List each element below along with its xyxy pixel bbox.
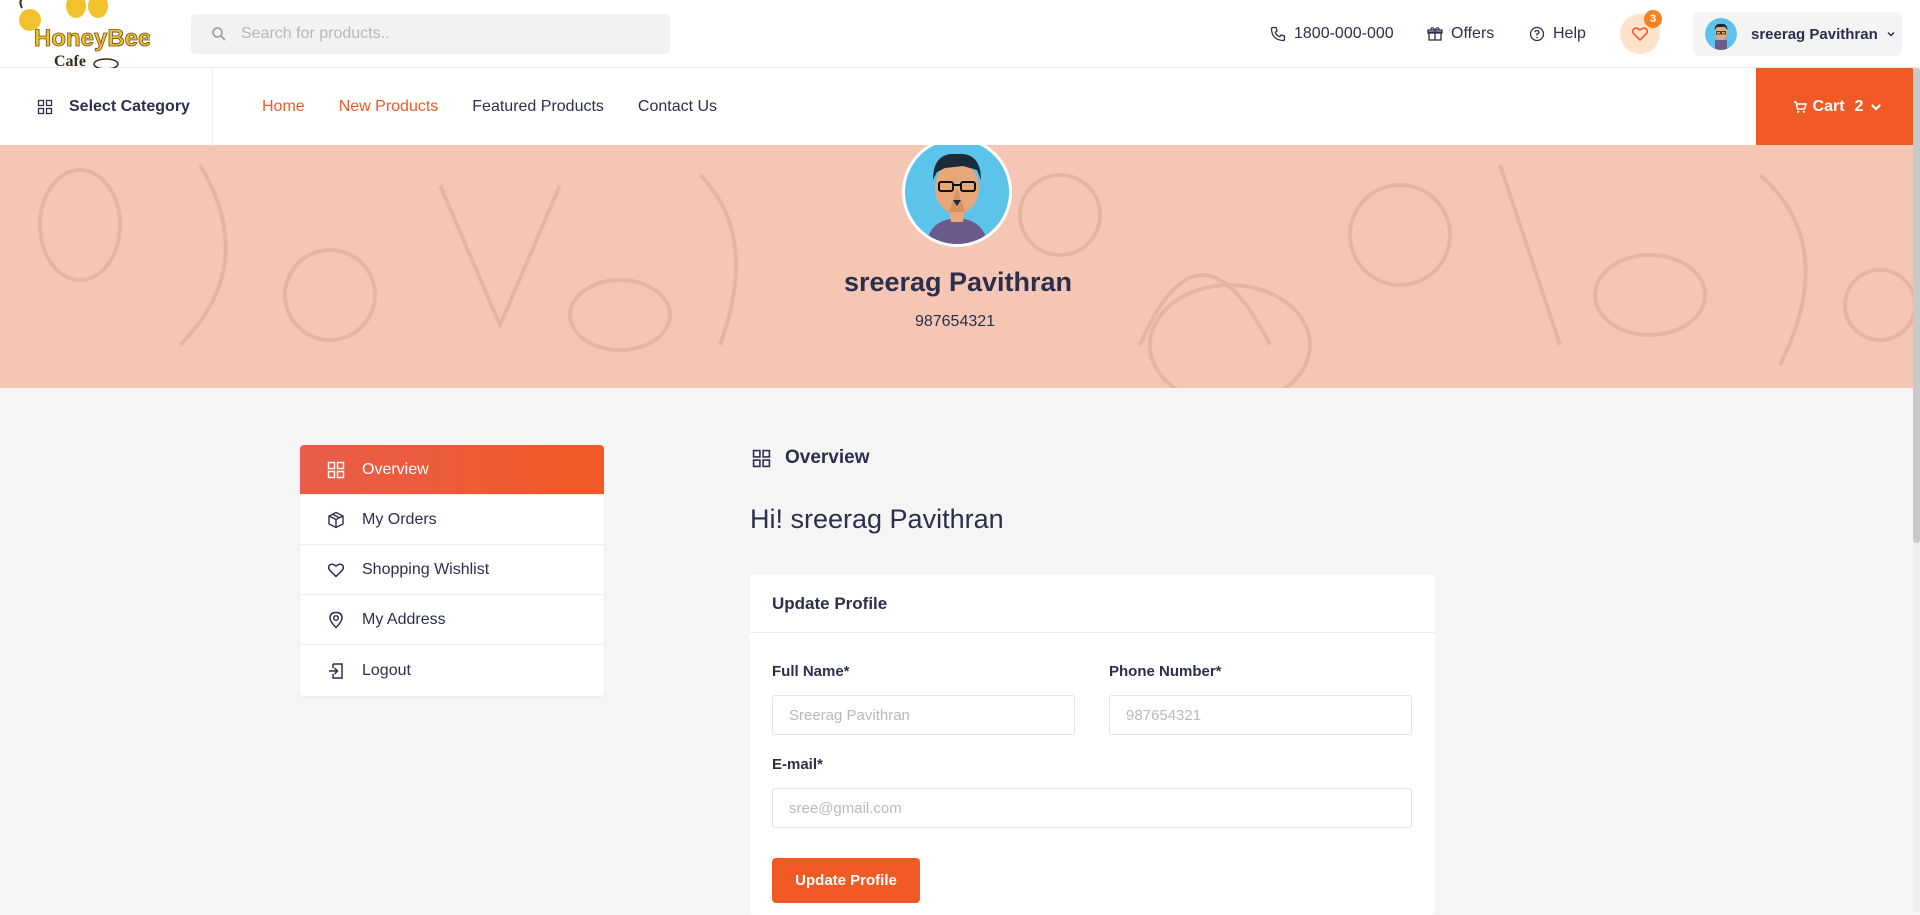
heart-icon [327,562,345,578]
user-name: sreerag Pavithran [1751,25,1878,43]
chevron-down-icon [1887,32,1895,37]
page-scrollbar[interactable] [1913,68,1920,912]
update-profile-card: Update Profile Full Name* Phone Number* … [750,575,1435,915]
grid-icon [752,449,771,467]
top-header: HoneyBee Cafe 1800-000-000 Offers [0,0,1920,70]
email-label: E-mail* [772,756,823,773]
wishlist-count-badge: 3 [1644,10,1662,28]
svg-text:HoneyBee: HoneyBee [34,25,150,52]
sidebar-item-label: My Orders [362,510,437,528]
search-icon [212,27,226,41]
sidebar-item-logout[interactable]: Logout [300,645,604,696]
scrollbar-thumb[interactable] [1913,68,1920,543]
wishlist-button[interactable]: 3 [1620,10,1662,54]
nav-link-contact-us[interactable]: Contact Us [638,98,717,116]
phone-number-field[interactable] [1109,695,1412,735]
full-name-label: Full Name* [772,663,850,680]
cart-button[interactable]: Cart 2 [1756,68,1920,145]
search-input[interactable] [241,25,641,43]
profile-banner: sreerag Pavithran 987654321 [0,145,1920,388]
search-bar[interactable] [191,14,670,54]
update-profile-button[interactable]: Update Profile [772,858,920,903]
help-link[interactable]: Help [1529,18,1586,50]
avatar [1705,18,1737,50]
main-navigation: Select Category Home New Products Featur… [0,68,1920,145]
map-pin-icon [329,611,343,629]
heart-icon [1631,27,1649,42]
nav-link-home[interactable]: Home [262,98,305,116]
select-category-label: Select Category [69,97,190,115]
section-title-text: Overview [785,447,870,468]
chevron-down-icon [1871,103,1882,111]
nav-link-featured-products[interactable]: Featured Products [472,98,604,116]
sidebar-item-my-orders[interactable]: My Orders [300,495,604,545]
sidebar-item-label: My Address [362,610,446,628]
profile-name: sreerag Pavithran [843,267,1073,297]
grid-icon [37,99,53,114]
sidebar-item-label: Logout [362,661,411,679]
email-field[interactable] [772,788,1412,828]
site-logo[interactable]: HoneyBee Cafe [16,0,150,76]
sidebar-item-shopping-wishlist[interactable]: Shopping Wishlist [300,545,604,595]
sidebar-item-my-address[interactable]: My Address [300,595,604,645]
nav-links: Home New Products Featured Products Cont… [262,68,717,145]
cart-count: 2 [1854,97,1864,115]
cart-label: Cart [1812,97,1845,115]
sidebar-item-label: Overview [362,460,429,478]
phone-link[interactable]: 1800-000-000 [1270,18,1394,50]
greeting-heading: Hi! sreerag Pavithran [750,504,1004,534]
help-label: Help [1553,25,1586,42]
phone-number-label: Phone Number* [1109,663,1222,680]
section-title: Overview [752,447,870,469]
offers-label: Offers [1451,25,1495,42]
box-icon [328,511,344,528]
offers-link[interactable]: Offers [1427,18,1494,50]
logout-icon [329,662,343,679]
grid-icon [327,461,345,478]
gift-icon [1427,27,1443,41]
profile-phone: 987654321 [914,313,996,330]
select-category-button[interactable]: Select Category [0,68,213,145]
nav-link-new-products[interactable]: New Products [339,98,439,116]
cart-icon [1793,100,1807,113]
sidebar-item-label: Shopping Wishlist [362,560,490,578]
phone-icon [1270,26,1286,42]
account-sidebar: Overview My Orders Shopping Wishlist My … [300,445,604,696]
card-title: Update Profile [750,575,1435,633]
user-menu[interactable]: sreerag Pavithran [1693,12,1902,56]
help-icon [1529,26,1545,42]
full-name-field[interactable] [772,695,1075,735]
phone-number: 1800-000-000 [1294,25,1394,42]
sidebar-item-overview[interactable]: Overview [300,445,604,495]
